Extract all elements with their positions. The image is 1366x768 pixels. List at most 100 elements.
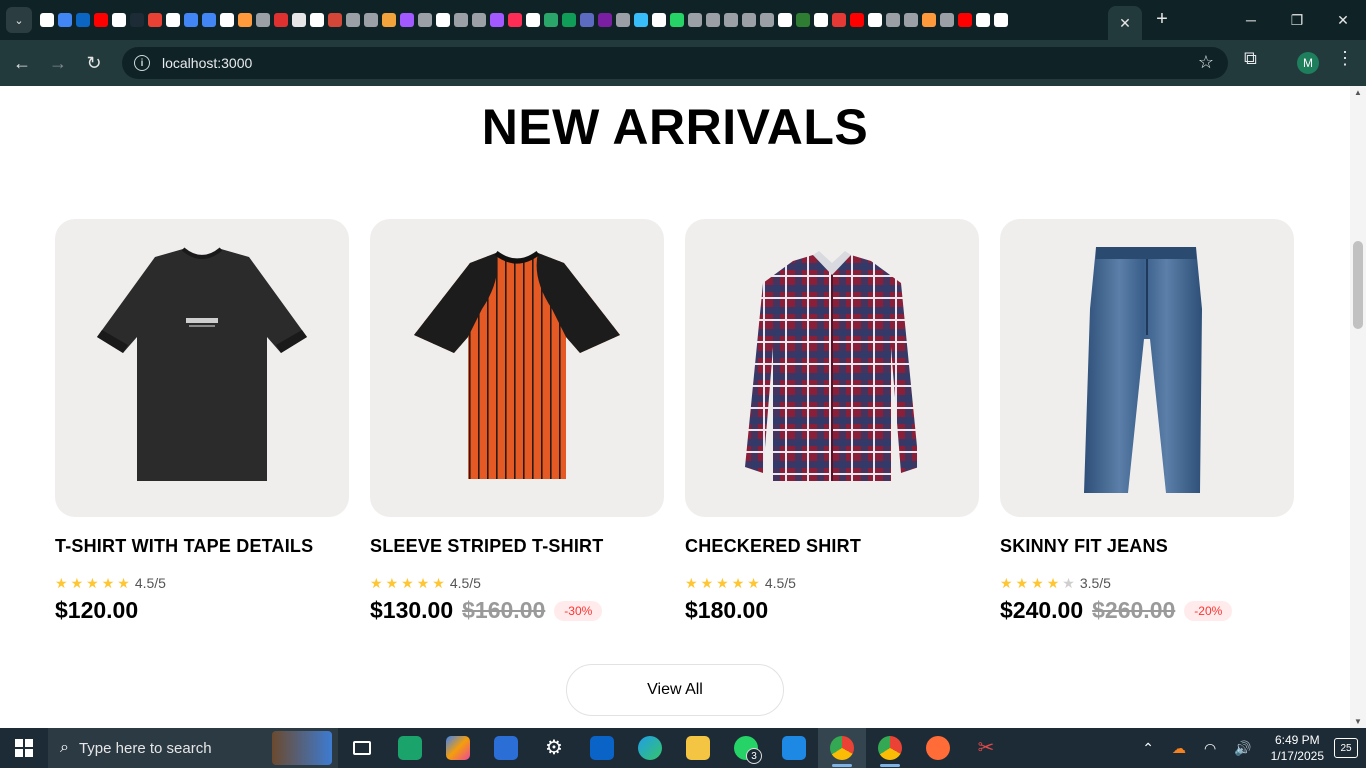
pinned-tab-favicon-icon[interactable] — [202, 13, 216, 27]
pinned-tab-favicon-icon[interactable] — [814, 13, 828, 27]
pinned-tab-favicon-icon[interactable] — [634, 13, 648, 27]
pinned-tab-favicon-icon[interactable] — [580, 13, 594, 27]
pinned-tab-favicon-icon[interactable] — [490, 13, 504, 27]
bookmark-star-icon[interactable]: ☆ — [1198, 52, 1214, 73]
start-button[interactable] — [0, 728, 48, 768]
scroll-thumb[interactable] — [1353, 241, 1363, 329]
taskbar-app-store[interactable] — [482, 728, 530, 768]
pinned-tab-favicon-icon[interactable] — [220, 13, 234, 27]
pinned-tab-favicon-icon[interactable] — [58, 13, 72, 27]
cloudflare-icon[interactable]: ☁ — [1172, 740, 1186, 757]
pinned-tab-favicon-icon[interactable] — [472, 13, 486, 27]
pinned-tab-favicon-icon[interactable] — [454, 13, 468, 27]
taskbar-app-outlook[interactable] — [578, 728, 626, 768]
pinned-tab-favicon-icon[interactable] — [94, 13, 108, 27]
tab-search-button[interactable]: ⌄ — [6, 7, 32, 33]
pinned-tab-favicon-icon[interactable] — [976, 13, 990, 27]
pinned-tab-favicon-icon[interactable] — [796, 13, 810, 27]
product-name[interactable]: T-SHIRT WITH TAPE DETAILS — [55, 536, 349, 557]
wifi-icon[interactable]: ◠ — [1204, 740, 1216, 757]
extensions-icon[interactable]: ⧉ — [1244, 48, 1257, 69]
product-image[interactable] — [1000, 219, 1294, 517]
pinned-tab-favicon-icon[interactable] — [130, 13, 144, 27]
pinned-tab-favicon-icon[interactable] — [40, 13, 54, 27]
pinned-tab-favicon-icon[interactable] — [778, 13, 792, 27]
forward-button[interactable]: → — [40, 45, 76, 81]
product-card[interactable]: SKINNY FIT JEANS ★ ★ ★ ★ ★ 3.5/5 $240.00 $260… — [1000, 219, 1294, 624]
pinned-tab-favicon-icon[interactable] — [112, 13, 126, 27]
site-info-icon[interactable]: i — [134, 55, 150, 71]
url-text[interactable]: localhost:3000 — [162, 55, 252, 71]
profile-avatar[interactable]: M — [1297, 52, 1319, 74]
taskbar-app-whatsapp[interactable]: 3 — [722, 728, 770, 768]
pinned-tab-favicon-icon[interactable] — [886, 13, 900, 27]
pinned-tab-favicon-icon[interactable] — [184, 13, 198, 27]
pinned-tab-favicon-icon[interactable] — [832, 13, 846, 27]
back-button[interactable]: ← — [4, 45, 40, 81]
minimize-button[interactable]: ─ — [1228, 0, 1274, 40]
active-tab[interactable]: ✕ — [1108, 6, 1142, 40]
pinned-tab-favicon-icon[interactable] — [706, 13, 720, 27]
pinned-tab-favicon-icon[interactable] — [868, 13, 882, 27]
pinned-tab-favicon-icon[interactable] — [724, 13, 738, 27]
pinned-tab-favicon-icon[interactable] — [148, 13, 162, 27]
pinned-tab-favicon-icon[interactable] — [508, 13, 522, 27]
pinned-tab-favicon-icon[interactable] — [940, 13, 954, 27]
pinned-tab-favicon-icon[interactable] — [850, 13, 864, 27]
page-scrollbar[interactable]: ▲ ▼ — [1350, 86, 1366, 728]
product-image[interactable] — [55, 219, 349, 517]
pinned-tab-favicon-icon[interactable] — [292, 13, 306, 27]
taskbar-search-box[interactable]: ⌕ Type here to search — [48, 728, 338, 768]
pinned-tab-favicon-icon[interactable] — [526, 13, 540, 27]
pinned-tab-favicon-icon[interactable] — [598, 13, 612, 27]
pinned-tab-favicon-icon[interactable] — [688, 13, 702, 27]
pinned-tab-favicon-icon[interactable] — [364, 13, 378, 27]
search-placeholder[interactable]: Type here to search — [79, 740, 212, 757]
taskbar-app-copilot[interactable] — [434, 728, 482, 768]
product-name[interactable]: CHECKERED SHIRT — [685, 536, 979, 557]
new-tab-button[interactable]: + — [1150, 8, 1174, 32]
pinned-tab-favicon-icon[interactable] — [436, 13, 450, 27]
product-image[interactable] — [370, 219, 664, 517]
scroll-up-arrow-icon[interactable]: ▲ — [1354, 88, 1362, 97]
pinned-tab-favicon-icon[interactable] — [76, 13, 90, 27]
taskbar-app-edge[interactable] — [626, 728, 674, 768]
pinned-tab-favicon-icon[interactable] — [238, 13, 252, 27]
taskbar-app-vscode[interactable] — [770, 728, 818, 768]
close-tab-icon[interactable]: ✕ — [1119, 15, 1131, 32]
taskbar-app-snipping-tool[interactable]: ✂ — [962, 728, 1010, 768]
pinned-tab-favicon-icon[interactable] — [922, 13, 936, 27]
pinned-tab-favicon-icon[interactable] — [562, 13, 576, 27]
system-clock[interactable]: 6:49 PM 1/17/2025 — [1271, 732, 1324, 764]
restore-button[interactable]: ❐ — [1274, 0, 1320, 40]
product-card[interactable]: SLEEVE STRIPED T-SHIRT ★ ★ ★ ★ ★ 4.5/5 $130.0… — [370, 219, 664, 624]
pinned-tab-favicon-icon[interactable] — [400, 13, 414, 27]
scroll-down-arrow-icon[interactable]: ▼ — [1354, 717, 1362, 726]
product-name[interactable]: SLEEVE STRIPED T-SHIRT — [370, 536, 664, 557]
taskbar-app-vscode-insiders[interactable] — [386, 728, 434, 768]
product-card[interactable]: CHECKERED SHIRT ★ ★ ★ ★ ★ 4.5/5 $180.00 — [685, 219, 979, 624]
task-view-button[interactable] — [338, 728, 386, 768]
pinned-tab-favicon-icon[interactable] — [256, 13, 270, 27]
pinned-tab-favicon-icon[interactable] — [904, 13, 918, 27]
close-window-button[interactable]: ✕ — [1320, 0, 1366, 40]
pinned-tab-favicon-icon[interactable] — [616, 13, 630, 27]
browser-menu-icon[interactable]: ⋮ — [1336, 48, 1354, 69]
pinned-tab-favicon-icon[interactable] — [958, 13, 972, 27]
product-name[interactable]: SKINNY FIT JEANS — [1000, 536, 1294, 557]
pinned-tab-favicon-icon[interactable] — [382, 13, 396, 27]
show-hidden-icons-icon[interactable]: ⌃ — [1142, 740, 1154, 757]
taskbar-app-postman[interactable] — [914, 728, 962, 768]
pinned-tab-favicon-icon[interactable] — [346, 13, 360, 27]
pinned-tab-favicon-icon[interactable] — [418, 13, 432, 27]
taskbar-app-chrome[interactable] — [866, 728, 914, 768]
address-bar[interactable]: i localhost:3000 ☆ — [122, 47, 1228, 79]
pinned-tab-favicon-icon[interactable] — [670, 13, 684, 27]
pinned-tab-favicon-icon[interactable] — [742, 13, 756, 27]
pinned-tab-favicon-icon[interactable] — [310, 13, 324, 27]
taskbar-app-settings[interactable]: ⚙ — [530, 728, 578, 768]
volume-icon[interactable]: 🔊 — [1234, 740, 1251, 757]
taskbar-app-file-explorer[interactable] — [674, 728, 722, 768]
pinned-tab-favicon-icon[interactable] — [544, 13, 558, 27]
taskbar-app-chrome-active[interactable] — [818, 728, 866, 768]
